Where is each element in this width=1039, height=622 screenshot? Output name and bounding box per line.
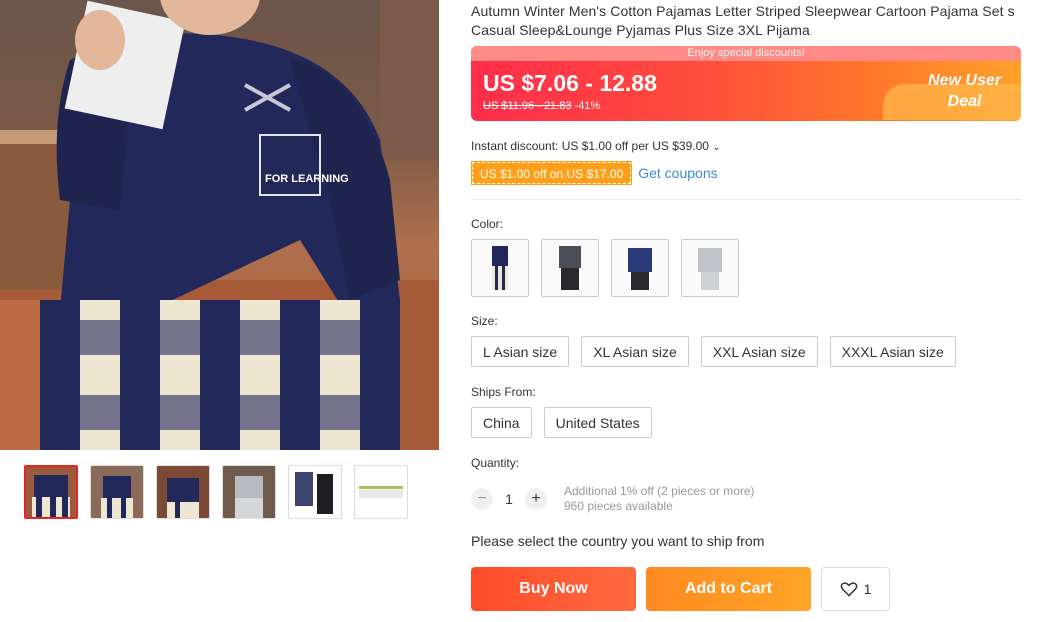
ship-option-united-states[interactable]: United States <box>543 407 652 438</box>
thumbnail-6[interactable] <box>354 465 408 519</box>
ships-from-options: China United States <box>471 407 652 438</box>
size-option-xxxl[interactable]: XXXL Asian size <box>829 336 956 367</box>
instant-discount[interactable]: Instant discount: US $1.00 off per US $3… <box>471 139 721 153</box>
size-option-xxl[interactable]: XXL Asian size <box>700 336 818 367</box>
section-divider <box>471 199 1022 200</box>
size-option-xl[interactable]: XL Asian size <box>581 336 689 367</box>
thumbnail-3[interactable] <box>156 465 210 519</box>
color-swatch-4[interactable] <box>681 239 739 297</box>
color-options <box>471 239 739 297</box>
add-to-cart-button[interactable]: Add to Cart <box>646 567 811 611</box>
current-price: US $7.06 - 12.88 <box>483 70 657 96</box>
coupon-row: US $1.00 off on US $17.00 Get coupons <box>470 161 718 185</box>
thumbnail-1[interactable] <box>24 465 78 519</box>
thumbnail-strip <box>24 465 408 519</box>
thumbnail-5[interactable] <box>288 465 342 519</box>
deal-line-2: Deal <box>947 93 982 110</box>
quantity-decrease-button[interactable]: − <box>471 488 493 510</box>
purchase-actions: Buy Now Add to Cart 1 <box>471 567 890 611</box>
ship-option-china[interactable]: China <box>471 407 532 438</box>
new-user-deal-badge[interactable]: New User Deal <box>928 70 1001 112</box>
size-label: Size: <box>471 314 498 328</box>
thumbnail-4[interactable] <box>222 465 276 519</box>
original-price-value: US $11.96 - 21.83 <box>483 100 572 112</box>
quantity-promo: Additional 1% off (2 pieces or more) <box>564 484 755 498</box>
buy-now-button[interactable]: Buy Now <box>471 567 636 611</box>
ship-from-message: Please select the country you want to sh… <box>471 533 765 549</box>
price-banner: Enjoy special discounts! US $7.06 - 12.8… <box>471 46 1021 121</box>
color-swatch-1[interactable] <box>471 239 529 297</box>
quantity-value[interactable]: 1 <box>493 491 525 507</box>
main-product-image[interactable]: FOR LEARNING <box>0 0 439 450</box>
discount-percent: -41% <box>574 100 601 112</box>
quantity-info: Additional 1% off (2 pieces or more) 960… <box>564 484 755 514</box>
heart-icon <box>840 582 857 597</box>
ships-from-label: Ships From: <box>471 385 536 399</box>
size-option-l[interactable]: L Asian size <box>471 336 570 367</box>
thumbnail-2[interactable] <box>90 465 144 519</box>
product-photo-illustration: FOR LEARNING <box>0 0 439 450</box>
chevron-down-icon: ⌄ <box>712 142 721 153</box>
quantity-increase-button[interactable]: + <box>525 488 547 510</box>
product-title: Autumn Winter Men's Cotton Pajamas Lette… <box>471 3 1015 38</box>
svg-text:FOR LEARNING: FOR LEARNING <box>265 173 349 185</box>
wishlist-button[interactable]: 1 <box>821 567 890 611</box>
color-swatch-2[interactable] <box>541 239 599 297</box>
wishlist-count: 1 <box>863 581 872 597</box>
size-options: L Asian size XL Asian size XXL Asian siz… <box>471 336 956 367</box>
coupon-tag[interactable]: US $1.00 off on US $17.00 <box>470 161 633 185</box>
get-coupons-link[interactable]: Get coupons <box>638 165 717 181</box>
discount-strip: Enjoy special discounts! <box>471 46 1021 61</box>
color-swatch-3[interactable] <box>611 239 669 297</box>
quantity-available: 960 pieces available <box>564 499 673 513</box>
original-price: US $11.96 - 21.83 -41% <box>483 100 600 112</box>
quantity-label: Quantity: <box>471 456 520 470</box>
quantity-stepper: − 1 + Additional 1% off (2 pieces or mor… <box>471 484 755 514</box>
instant-discount-text: Instant discount: US $1.00 off per US $3… <box>471 139 709 153</box>
deal-line-1: New User <box>928 72 1001 89</box>
color-label: Color: <box>471 217 504 231</box>
